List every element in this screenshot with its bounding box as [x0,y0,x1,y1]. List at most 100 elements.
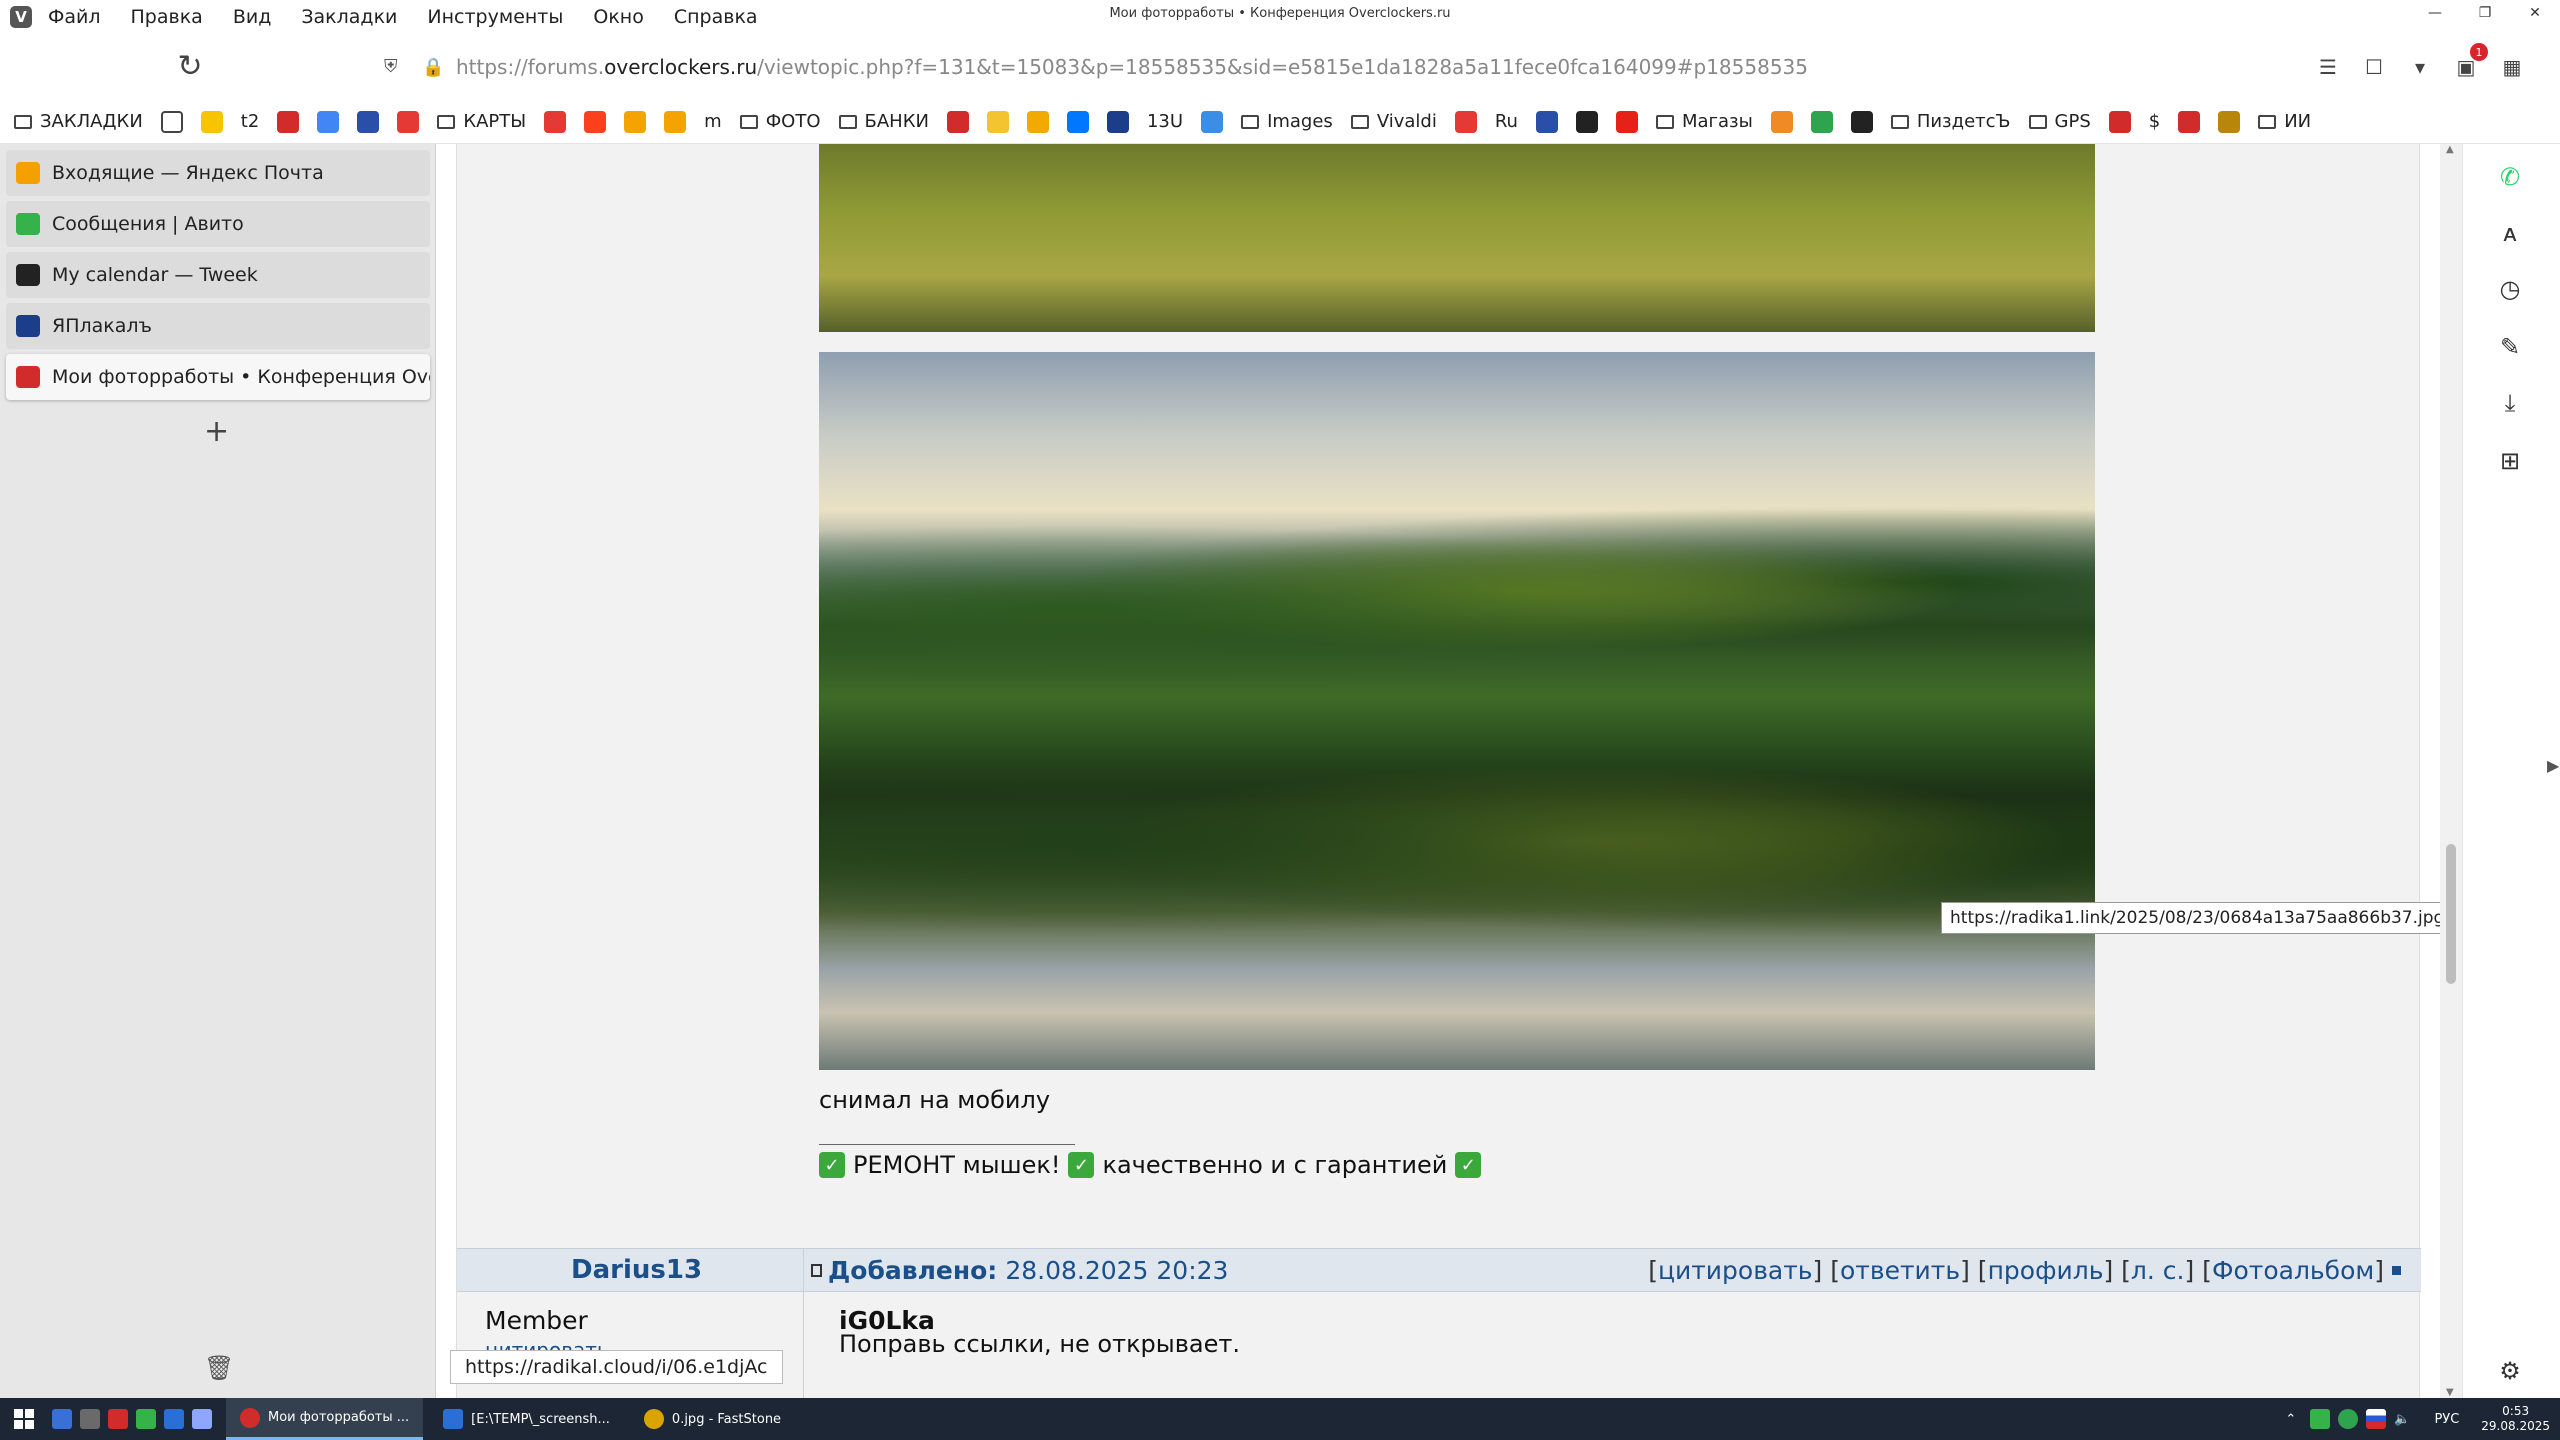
tray-app-icon[interactable] [2310,1409,2331,1429]
bookmark-item[interactable] [1106,110,1129,133]
bookmark-item[interactable] [624,110,647,133]
quicklaunch-icon[interactable] [80,1409,100,1429]
quicklaunch-icon[interactable] [52,1409,72,1429]
bookmark-item[interactable] [1770,110,1793,133]
tab-yandex-mail[interactable]: Входящие — Яндекс Почта [6,150,430,196]
reply-link[interactable]: ответить [1840,1256,1960,1285]
scroll-down-icon[interactable]: ▼ [2446,1387,2454,1398]
bookmark-item[interactable] [160,110,183,133]
tab-avito[interactable]: Сообщения | Авито [6,201,430,247]
bookmark-item[interactable] [544,110,567,133]
bookmark-item[interactable] [2178,110,2201,133]
bookmark-item[interactable] [1201,110,1224,133]
signature-text-1[interactable]: РЕМОНТ мышек! [853,1151,1060,1179]
scroll-thumb[interactable] [2446,844,2456,984]
bookmark-folder[interactable]: ПиздетсЪ [1890,111,2011,132]
wallet-icon[interactable]: ▦ [2494,49,2530,85]
profile-link[interactable]: профиль [1988,1256,2104,1285]
scrollbar[interactable]: ▲ ▼ [2440,144,2462,1398]
menu-help[interactable]: Справка [674,6,758,28]
reload-icon[interactable]: ↻ [172,48,208,84]
clock[interactable]: 0:53 29.08.2025 [2481,1404,2550,1434]
quicklaunch-icon[interactable] [192,1409,212,1429]
vivaldi-logo-icon[interactable]: V [10,6,32,28]
post-photo-lake[interactable] [819,352,2095,1070]
tab-yaplakal[interactable]: ЯПлакалъ [6,303,430,349]
lock-icon[interactable]: 🔒 [422,57,444,78]
bookmark-icon[interactable]: ☐ [2356,49,2392,85]
bookmark-folder[interactable]: ФОТО [739,111,821,132]
bookmark-item[interactable] [946,110,969,133]
post-author[interactable]: Darius13 [571,1255,702,1285]
task-vivaldi[interactable]: Мои фоторработы ... [226,1398,424,1440]
minimize-icon[interactable]: — [2410,0,2460,26]
bookmark-item[interactable] [2218,110,2241,133]
bookmark-item[interactable] [1066,110,1089,133]
bookmark-item[interactable]: Ru [1495,111,1518,132]
extensions-icon[interactable]: ▣ 1 [2448,43,2488,85]
flag-icon[interactable] [2366,1409,2387,1429]
bookmark-folder[interactable]: Vivaldi [1350,111,1437,132]
menu-edit[interactable]: Правка [131,6,203,28]
quicklaunch-icon[interactable] [108,1409,128,1429]
bookmark-item[interactable] [277,110,300,133]
bookmark-folder[interactable]: БАНКИ [838,111,929,132]
tray-app-icon[interactable] [2338,1409,2359,1429]
menu-bookmarks[interactable]: Закладки [301,6,397,28]
bookmark-item[interactable] [1026,110,1049,133]
post-photo-grass[interactable] [819,144,2095,332]
history-icon[interactable]: ◷ [2495,274,2525,304]
task-faststone[interactable]: 0.jpg - FastStone [630,1398,795,1440]
bookmark-item[interactable] [1615,110,1638,133]
bookmark-item[interactable]: 13U [1147,111,1183,132]
quicklaunch-icon[interactable] [136,1409,156,1429]
bookmark-item[interactable] [1810,110,1833,133]
downloads-icon[interactable]: ⤓ [2495,388,2525,418]
bookmark-folder[interactable]: Images [1241,111,1333,132]
restore-icon[interactable]: ❐ [2460,0,2510,26]
panel-toggle-icon[interactable]: ▶ [2547,756,2559,775]
bookmark-item[interactable] [1454,110,1477,133]
add-panel-icon[interactable]: ⊞ [2495,446,2525,476]
tray-chevron-icon[interactable]: ⌃ [2285,1412,2296,1427]
bookmark-item[interactable] [986,110,1009,133]
bookmark-item[interactable] [584,110,607,133]
quicklaunch-icon[interactable] [164,1409,184,1429]
settings-icon[interactable]: ⚙ [2495,1356,2525,1386]
bookmark-item[interactable] [357,110,380,133]
post-link-icon[interactable] [811,1264,822,1277]
new-tab-button[interactable]: + [204,414,229,449]
close-icon[interactable]: ✕ [2510,0,2560,26]
bookmark-item[interactable] [200,110,223,133]
bookmark-item[interactable]: t2 [241,111,260,132]
pm-link[interactable]: л. с. [2131,1256,2185,1285]
bookmark-item[interactable] [1850,110,1873,133]
menu-file[interactable]: Файл [48,6,101,28]
bookmark-folder[interactable]: КАРТЫ [437,111,526,132]
quote-link[interactable]: цитировать [1658,1256,1813,1285]
shield-icon[interactable]: ⛨ [384,56,404,78]
trash-icon[interactable]: 🗑 [204,1354,234,1382]
task-explorer[interactable]: [E:\TEMP\_screensh... [429,1398,624,1440]
translate-icon[interactable]: ᴀ [2495,218,2525,248]
menu-tools[interactable]: Инструменты [427,6,563,28]
menu-window[interactable]: Окно [593,6,643,28]
volume-icon[interactable]: 🔈 [2394,1412,2410,1427]
bookmark-folder[interactable]: ИИ [2258,111,2311,132]
bookmark-item[interactable] [1575,110,1598,133]
bookmark-item[interactable]: m [704,111,722,132]
bookmark-item[interactable] [2108,110,2131,133]
menu-view[interactable]: Вид [233,6,272,28]
chevron-down-icon[interactable]: ▾ [2402,49,2438,85]
photoalbum-link[interactable]: Фотоальбом [2212,1256,2374,1285]
signature-text-2[interactable]: качественно и с гарантией [1102,1151,1447,1179]
url-field[interactable]: ⛨ 🔒 https://forums. overclockers.ru/viewt… [384,46,2384,88]
select-post-icon[interactable] [2392,1266,2401,1275]
bookmark-folder[interactable]: GPS [2028,111,2091,132]
scroll-up-icon[interactable]: ▲ [2446,144,2454,155]
bookmark-item[interactable]: $ [2149,111,2160,132]
language-indicator[interactable]: РУС [2434,1412,2459,1427]
bookmark-item[interactable] [397,110,420,133]
tab-tweek[interactable]: My calendar — Tweek [6,252,430,298]
notes-icon[interactable]: ✎ [2495,332,2525,362]
